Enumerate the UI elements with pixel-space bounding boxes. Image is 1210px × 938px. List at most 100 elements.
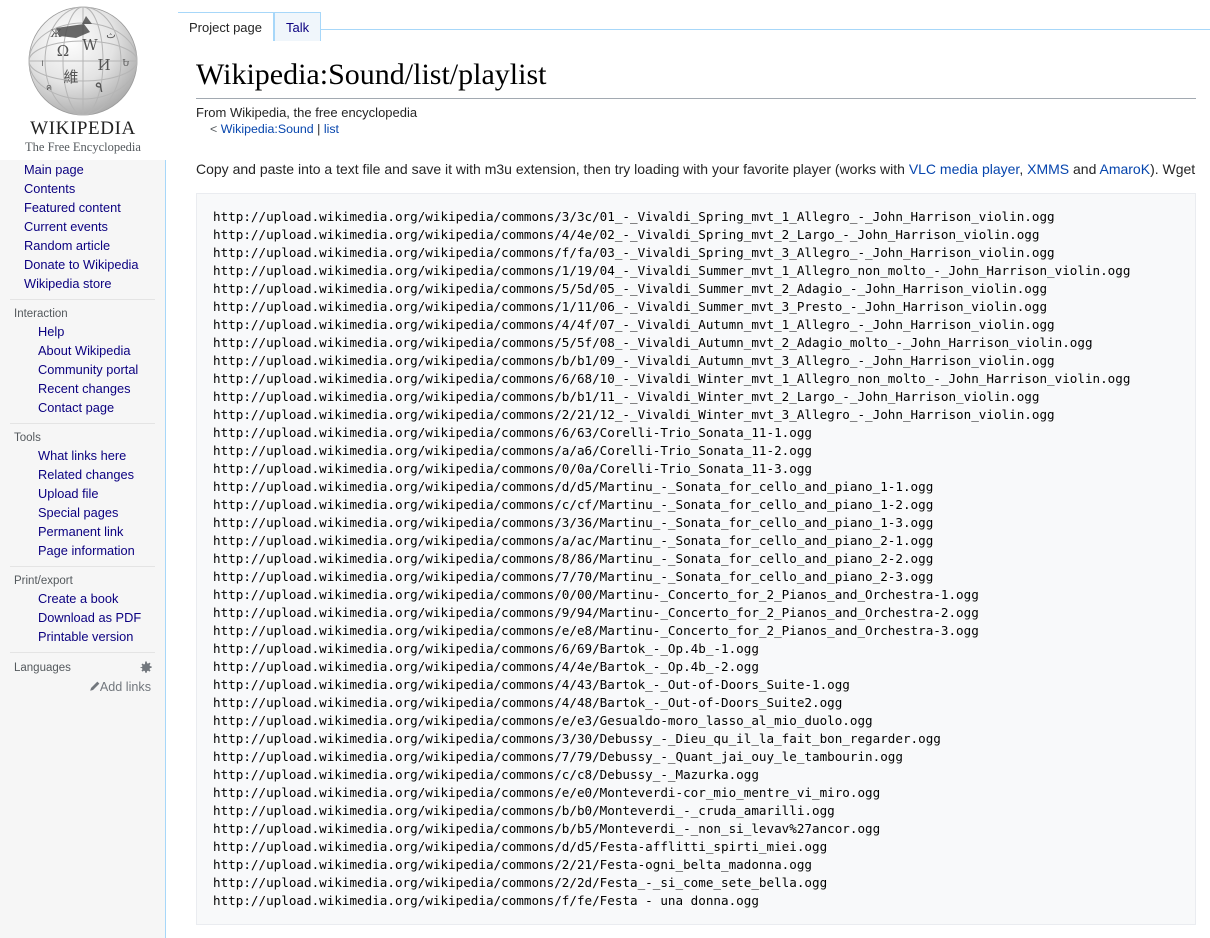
tools-list: What links here Related changes Upload f… — [0, 446, 165, 560]
breadcrumb-separator: | — [317, 122, 321, 136]
list-item: Recent changes — [0, 379, 165, 398]
list-item: Featured content — [0, 198, 165, 217]
namespace-tabs: Project page Talk — [166, 0, 1210, 41]
sidebar-item-download-as-pdf[interactable]: Download as PDF — [0, 608, 165, 627]
list-item: Random article — [0, 236, 165, 255]
link-xmms[interactable]: XMMS — [1027, 161, 1069, 177]
sidebar-tools-section: Tools What links here Related changes Up… — [0, 428, 165, 560]
wikipedia-globe-icon[interactable]: W Ω И 維 ۹ Ж ث । Ե ค — [16, 4, 151, 118]
tab-underline — [178, 29, 1210, 30]
list-item: Contents — [0, 179, 165, 198]
sidebar-item-featured-content[interactable]: Featured content — [0, 198, 165, 217]
tab-project-page[interactable]: Project page — [178, 12, 274, 41]
playlist-code-block: http://upload.wikimedia.org/wikipedia/co… — [196, 193, 1196, 925]
list-item: Page information — [0, 541, 165, 560]
sidebar-interaction-section: Interaction Help About Wikipedia Communi… — [0, 304, 165, 417]
section-heading-print-export: Print/export — [14, 575, 73, 587]
wikipedia-logo[interactable]: W Ω И 維 ۹ Ж ث । Ե ค WIKIPEDIA The Free E… — [0, 0, 166, 160]
content-column: Project page Talk Wikipedia:Sound/list/p… — [166, 0, 1210, 938]
list-item: Download as PDF — [0, 608, 165, 627]
sidebar-item-community-portal[interactable]: Community portal — [0, 360, 165, 379]
pencil-icon — [89, 679, 100, 691]
list-item: Current events — [0, 217, 165, 236]
sidebar-item-special-pages[interactable]: Special pages — [0, 503, 165, 522]
section-heading-languages: Languages — [0, 657, 165, 677]
list-item: About Wikipedia — [0, 341, 165, 360]
body-content: Wikipedia:Sound/list/playlist From Wikip… — [166, 56, 1210, 925]
list-item: Contact page — [0, 398, 165, 417]
svg-text:ค: ค — [45, 83, 51, 93]
link-vlc-media-player[interactable]: VLC media player — [909, 161, 1020, 177]
sidebar-item-current-events[interactable]: Current events — [0, 217, 165, 236]
sidebar-item-page-information[interactable]: Page information — [0, 541, 165, 560]
sidebar-languages-section: Languages Add links — [0, 657, 165, 694]
list-item: Create a book — [0, 589, 165, 608]
intro-text-3: and — [1069, 161, 1100, 177]
svg-text:ث: ث — [106, 30, 115, 41]
divider — [10, 652, 155, 653]
list-item: Upload file — [0, 484, 165, 503]
svg-text:।: । — [40, 59, 43, 69]
add-links-label: Add links — [99, 680, 151, 694]
section-heading-interaction: Interaction — [14, 308, 68, 320]
list-item: Special pages — [0, 503, 165, 522]
list-item: Donate to Wikipedia — [0, 255, 165, 274]
wikipedia-wordmark: WIKIPEDIA — [30, 118, 136, 139]
interaction-list: Help About Wikipedia Community portal Re… — [0, 322, 165, 417]
divider — [10, 566, 155, 567]
print-export-list: Create a book Download as PDF Printable … — [0, 589, 165, 646]
breadcrumb-link-list[interactable]: list — [324, 122, 339, 136]
list-item: Wikipedia store — [0, 274, 165, 293]
sidebar-item-contact-page[interactable]: Contact page — [0, 398, 165, 417]
sidebar-item-what-links-here[interactable]: What links here — [0, 446, 165, 465]
sidebar-item-contents[interactable]: Contents — [0, 179, 165, 198]
list-item: What links here — [0, 446, 165, 465]
list-item: Main page — [0, 160, 165, 179]
sidebar-item-related-changes[interactable]: Related changes — [0, 465, 165, 484]
svg-text:維: 維 — [63, 68, 78, 86]
tab-talk[interactable]: Talk — [274, 12, 322, 41]
list-item: Community portal — [0, 360, 165, 379]
breadcrumb-link-wikipedia-sound[interactable]: Wikipedia:Sound — [221, 122, 314, 136]
sidebar-item-create-a-book[interactable]: Create a book — [0, 589, 165, 608]
sidebar: W Ω И 維 ۹ Ж ث । Ե ค WIKIPEDIA The Free E… — [0, 0, 166, 938]
divider — [10, 299, 155, 300]
section-heading-tools: Tools — [14, 432, 41, 444]
intro-text-1: Copy and paste into a text file and save… — [196, 161, 909, 177]
list-item: Permanent link — [0, 522, 165, 541]
page-title: Wikipedia:Sound/list/playlist — [196, 56, 1196, 99]
sidebar-item-printable-version[interactable]: Printable version — [0, 627, 165, 646]
breadcrumb: < Wikipedia:Sound | list — [210, 121, 1196, 137]
languages-label: Languages — [14, 662, 71, 674]
svg-text:И: И — [97, 56, 110, 74]
site-subtitle: From Wikipedia, the free encyclopedia — [196, 105, 418, 120]
sidebar-print-export-section: Print/export Create a book Download as P… — [0, 571, 165, 646]
intro-text-2: , — [1019, 161, 1028, 177]
intro-paragraph: Copy and paste into a text file and save… — [196, 159, 1196, 179]
wikipedia-tagline: The Free Encyclopedia — [25, 140, 141, 154]
add-links-row[interactable]: Add links — [0, 678, 165, 694]
svg-text:۹: ۹ — [94, 78, 102, 96]
sidebar-item-donate[interactable]: Donate to Wikipedia — [0, 255, 165, 274]
link-amarok[interactable]: AmaroK — [1099, 161, 1150, 177]
list-item: Printable version — [0, 627, 165, 646]
divider — [10, 423, 155, 424]
sidebar-navigation: Main page Contents Featured content Curr… — [0, 160, 165, 293]
intro-text-4: ). Wget — [1150, 161, 1196, 177]
svg-text:W: W — [82, 36, 98, 54]
sidebar-item-wikipedia-store[interactable]: Wikipedia store — [0, 274, 165, 293]
svg-text:Ω: Ω — [56, 42, 68, 60]
sidebar-item-help[interactable]: Help — [0, 322, 165, 341]
wikipedia-page: W Ω И 維 ۹ Ж ث । Ե ค WIKIPEDIA The Free E… — [0, 0, 1210, 938]
gear-icon[interactable] — [139, 661, 153, 675]
list-item: Related changes — [0, 465, 165, 484]
sidebar-item-permanent-link[interactable]: Permanent link — [0, 522, 165, 541]
sidebar-item-upload-file[interactable]: Upload file — [0, 484, 165, 503]
sidebar-item-recent-changes[interactable]: Recent changes — [0, 379, 165, 398]
sidebar-item-main-page[interactable]: Main page — [0, 160, 165, 179]
navigation-list: Main page Contents Featured content Curr… — [0, 160, 165, 293]
sidebar-item-about-wikipedia[interactable]: About Wikipedia — [0, 341, 165, 360]
list-item: Help — [0, 322, 165, 341]
sidebar-item-random-article[interactable]: Random article — [0, 236, 165, 255]
breadcrumb-prefix: < — [210, 122, 218, 136]
